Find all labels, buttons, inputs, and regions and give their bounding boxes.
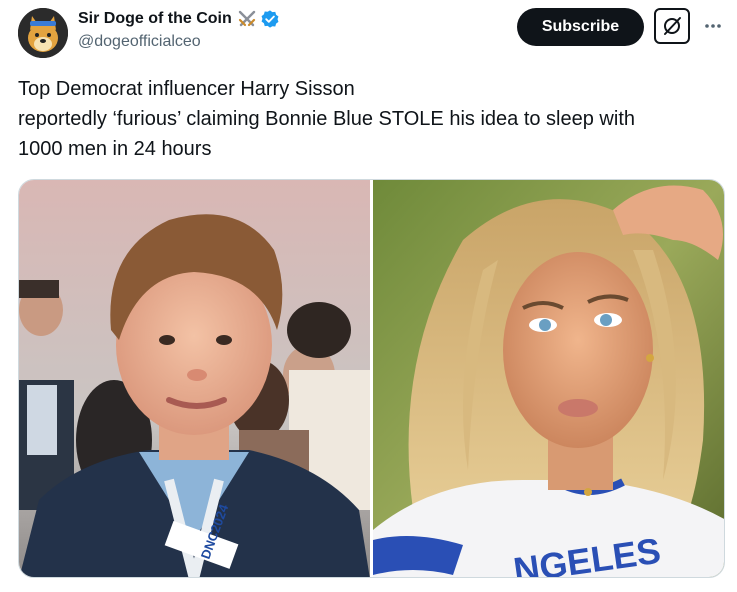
grok-icon: [664, 17, 681, 35]
photo-left[interactable]: DNC2024: [19, 180, 370, 577]
tweet-text-line: Top Democrat influencer Harry Sisson: [18, 78, 355, 100]
media-grid: DNC2024 NGELES: [18, 179, 725, 578]
tweet-text: Top Democrat influencer Harry Sisson rep…: [18, 74, 718, 164]
tweet-header: Sir Doge of the Coin @dogeofficialceo Su…: [18, 8, 723, 58]
more-options-button[interactable]: [701, 14, 725, 38]
doge-avatar-image: [18, 8, 68, 58]
display-name[interactable]: Sir Doge of the Coin: [78, 10, 232, 28]
woman-selfie-image: NGELES: [373, 180, 724, 577]
crossed-swords-icon: [236, 8, 258, 30]
tweet-text-line: 1000 men in 24 hours: [18, 138, 212, 160]
verified-badge-icon[interactable]: [260, 9, 280, 29]
man-at-convention-image: DNC2024: [19, 180, 370, 577]
tweet-text-line: reportedly ‘furious’ claiming Bonnie Blu…: [18, 108, 635, 130]
display-name-row: Sir Doge of the Coin: [78, 8, 280, 30]
author-names: Sir Doge of the Coin @dogeofficialceo: [78, 8, 280, 51]
photo-right[interactable]: NGELES: [373, 180, 724, 577]
more-dots-icon: [705, 24, 721, 28]
grok-button[interactable]: [654, 8, 690, 44]
avatar[interactable]: [18, 8, 68, 58]
subscribe-button[interactable]: Subscribe: [517, 8, 644, 46]
author-handle[interactable]: @dogeofficialceo: [78, 33, 280, 51]
